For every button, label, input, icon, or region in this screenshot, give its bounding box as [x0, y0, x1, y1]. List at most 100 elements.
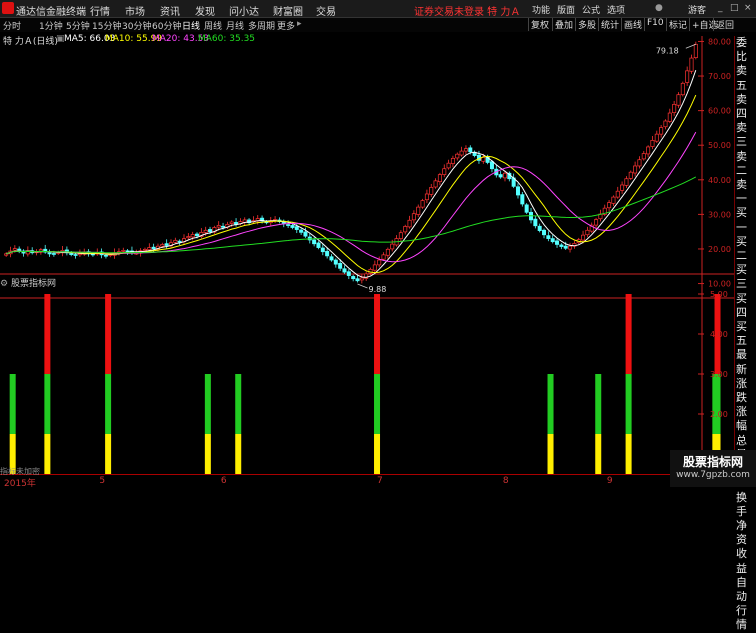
candle-body: [633, 165, 638, 174]
sidebar-item[interactable]: 换手: [735, 491, 756, 519]
candle-body: [663, 120, 668, 128]
candle-body: [203, 229, 208, 233]
signal-bar: [44, 434, 51, 474]
candle-body: [390, 243, 395, 250]
price-tick-label: 40.00: [708, 176, 731, 185]
candle-body: [403, 226, 408, 233]
sidebar-item[interactable]: 买三: [735, 263, 756, 291]
sidebar-item[interactable]: 买五: [735, 320, 756, 348]
candle-body: [420, 200, 425, 208]
signal-bar: [625, 294, 632, 374]
candle-body: [672, 104, 677, 113]
candle-body: [221, 225, 226, 228]
candle-body: [316, 242, 321, 248]
candle-body: [299, 229, 304, 233]
candle-body: [489, 161, 494, 170]
candle-body: [611, 196, 616, 204]
candle-body: [151, 246, 156, 249]
candle-body: [463, 148, 468, 152]
candle-body: [659, 127, 664, 135]
sidebar-item[interactable]: 自动: [735, 576, 756, 604]
candle-body: [294, 226, 299, 230]
candle-body: [641, 153, 646, 160]
candle-body: [676, 94, 681, 106]
price-tick-label: 80.00: [708, 37, 731, 46]
sidebar-item[interactable]: 委比: [735, 36, 756, 64]
candle-body: [594, 219, 599, 226]
candle-body: [355, 278, 360, 282]
candle-body: [654, 133, 659, 142]
price-tick-label: 60.00: [708, 107, 731, 116]
candle-body: [346, 271, 351, 276]
date-label: 5: [99, 476, 106, 486]
candle-body: [173, 239, 178, 243]
sidebar-item[interactable]: 涨幅: [735, 405, 756, 433]
candle-body: [407, 219, 412, 228]
candle-body: [164, 243, 169, 246]
chart-svg[interactable]: 80.00 70.00 60.00 50.00 40.00 30.00 20.00 10.00…: [0, 0, 734, 474]
watermark: 股票指标网 www.7gpzb.com: [670, 450, 756, 487]
candle-body: [498, 174, 503, 178]
ma60-line: [6, 176, 697, 255]
sidebar-item[interactable]: 净资: [735, 519, 756, 547]
signal-bar: [235, 374, 242, 434]
sidebar-item[interactable]: 最新: [735, 348, 756, 376]
candle-body: [468, 147, 473, 153]
sidebar-item[interactable]: 买二: [735, 235, 756, 263]
ma5-line: [6, 70, 697, 278]
ma20-line: [6, 131, 697, 263]
candle-body: [320, 247, 325, 253]
candle-body: [51, 253, 56, 255]
ma10-line: [6, 94, 697, 274]
candle-body: [303, 231, 308, 237]
candle-body: [290, 225, 295, 228]
candle-body: [537, 225, 542, 231]
candle-body: [381, 254, 386, 260]
candle-body: [234, 222, 239, 225]
signal-bar: [44, 294, 51, 374]
candle-body: [650, 140, 655, 147]
candle-body: [446, 162, 451, 169]
candle-body: [628, 171, 633, 179]
candle-body: [147, 247, 152, 251]
candle-body: [502, 172, 507, 179]
candle-body: [555, 240, 560, 245]
candle-body: [533, 218, 538, 227]
indicator-tick-label: 5.00: [710, 290, 728, 299]
candle-body: [437, 174, 442, 183]
signal-bar: [105, 294, 112, 374]
sidebar-item[interactable]: 收益: [735, 547, 756, 575]
sidebar-item[interactable]: 卖三: [735, 121, 756, 149]
candle-body: [624, 178, 629, 186]
candle-body: [542, 229, 547, 236]
sidebar-item[interactable]: 涨跌: [735, 377, 756, 405]
candle-body: [559, 244, 564, 247]
signal-bar: [595, 374, 602, 434]
candle-body: [568, 245, 573, 250]
candle-body: [637, 159, 642, 167]
sidebar-item[interactable]: 卖二: [735, 150, 756, 178]
candle-body: [667, 112, 672, 122]
sidebar-item[interactable]: 买一: [735, 206, 756, 234]
price-tick-label: 30.00: [708, 210, 731, 219]
sidebar-item[interactable]: 卖四: [735, 93, 756, 121]
close-icon[interactable]: ×: [744, 3, 752, 13]
candle-body: [607, 202, 612, 209]
indicator-tick-label: 2.00: [710, 410, 728, 419]
date-axis: 2015年567891: [0, 474, 734, 489]
sidebar-item[interactable]: 卖五: [735, 64, 756, 92]
signal-bar: [625, 434, 632, 474]
candle-body: [47, 252, 52, 255]
candle-body: [581, 234, 586, 241]
candle-body: [325, 250, 330, 257]
sidebar-item[interactable]: 行情: [735, 604, 756, 632]
candle-body: [563, 245, 568, 249]
sidebar-item[interactable]: 买四: [735, 292, 756, 320]
candle-body: [515, 186, 520, 196]
candle-body: [286, 224, 291, 226]
signal-bar: [9, 374, 16, 434]
candle-body: [680, 82, 685, 96]
candle-body: [416, 206, 421, 215]
sidebar-item[interactable]: 卖一: [735, 178, 756, 206]
candle-body: [312, 239, 317, 245]
